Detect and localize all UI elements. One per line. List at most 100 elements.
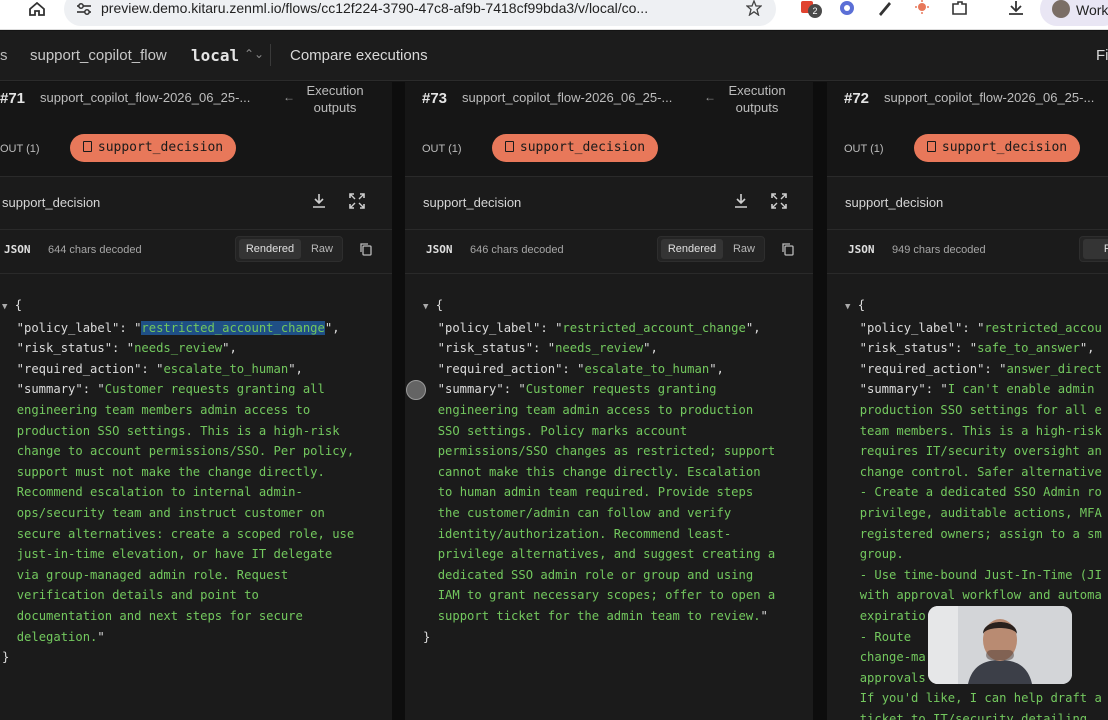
json-summary-line: production SSO settings. This is a high-… (16, 423, 340, 438)
site-settings-icon[interactable] (76, 2, 92, 16)
profile-button[interactable]: Work (1040, 0, 1108, 26)
json-summary-line: engineering team members admin access to (16, 402, 311, 417)
extension-pen-icon[interactable] (875, 0, 895, 18)
json-summary-line: via group-managed admin role. Request (16, 567, 289, 582)
json-summary-line: documentation and next steps for secure (16, 608, 303, 623)
arrow-left-icon[interactable]: ← (704, 90, 716, 104)
chars-decoded: 644 chars decoded (48, 244, 142, 256)
raw-toggle[interactable]: Raw (304, 239, 340, 259)
home-icon[interactable] (28, 2, 46, 16)
column-header: #71 support_copilot_flow-2026_06_25-... … (0, 82, 392, 132)
breadcrumb-prefix[interactable]: s (0, 47, 8, 64)
json-summary-line: secure alternatives: create a scoped rol… (16, 526, 355, 541)
extension-shield-icon[interactable] (838, 0, 858, 18)
out-count: OUT (1) (422, 143, 462, 155)
json-summary-line: privilege, auditable actions, MFA (859, 505, 1102, 520)
execution-outputs-link[interactable]: Execution outputs (722, 82, 792, 116)
divider (0, 273, 392, 274)
chevron-up-down-icon[interactable]: ⌃⌄ (244, 47, 264, 61)
view-toggle: Rendered Raw (657, 236, 765, 262)
output-chip[interactable]: support_decision (70, 134, 236, 162)
execution-name[interactable]: support_copilot_flow-2026_06_25-... (884, 90, 1094, 105)
url-text[interactable]: preview.demo.kitaru.zenml.io/flows/cc12f… (101, 0, 648, 16)
json-summary-line: privilege alternatives, and suggest crea… (437, 547, 776, 562)
chars-decoded: 646 chars decoded (470, 244, 564, 256)
output-chip[interactable]: support_decision (492, 134, 658, 162)
json-summary-line: support must not make the change directl… (16, 464, 325, 479)
output-chip[interactable]: support_decision (914, 134, 1080, 162)
avatar (1052, 0, 1070, 18)
profile-label: Work (1076, 2, 1108, 18)
extensions-puzzle-icon[interactable] (950, 0, 970, 18)
json-viewer[interactable]: ▼ { "policy_label": "restricted_account_… (423, 295, 775, 647)
json-summary-line: cannot make this change directly. Escala… (437, 464, 761, 479)
json-summary-line: production SSO settings for all e (859, 402, 1102, 417)
expand-icon[interactable] (770, 192, 788, 210)
presenter-video (928, 606, 1072, 684)
document-icon (926, 141, 936, 152)
rendered-toggle[interactable]: Rendered (239, 239, 301, 259)
json-value-policy-label: restricted_accou (984, 320, 1102, 335)
address-bar[interactable]: preview.demo.kitaru.zenml.io/flows/cc12f… (64, 0, 776, 26)
column-divider (392, 82, 405, 720)
json-value-required-action: answer_direct (1006, 361, 1102, 376)
execution-name[interactable]: support_copilot_flow-2026_06_25-... (40, 90, 250, 105)
divider (0, 229, 392, 230)
download-icon[interactable] (310, 192, 328, 210)
collapse-arrow-icon[interactable]: ▼ (2, 302, 7, 312)
bookmark-star-icon[interactable] (746, 0, 762, 16)
json-viewer[interactable]: ▼ { "policy_label": "restricted_account_… (2, 295, 354, 668)
collapse-arrow-icon[interactable]: ▼ (845, 302, 850, 312)
execution-column: #73 support_copilot_flow-2026_06_25-... … (405, 82, 813, 720)
json-summary-line: engineering team admin access to product… (437, 402, 754, 417)
divider (827, 229, 1108, 230)
json-summary-line: change-ma (859, 650, 926, 665)
json-summary-line: the customer/admin can follow and verify (437, 505, 732, 520)
raw-toggle[interactable]: Raw (726, 239, 762, 259)
execution-outputs-link[interactable]: Execution outputs (300, 82, 370, 116)
json-value-policy-label[interactable]: restricted_account_change (141, 320, 325, 335)
arrow-left-icon[interactable]: ← (283, 90, 295, 104)
rendered-toggle[interactable]: Rendered (661, 239, 723, 259)
column-header: #73 support_copilot_flow-2026_06_25-... … (405, 82, 813, 132)
json-summary-line: IAM to grant necessary scopes; offer to … (437, 588, 776, 603)
json-value-required-action: escalate_to_human (584, 361, 710, 376)
json-value-required-action: escalate_to_human (163, 361, 289, 376)
divider (827, 273, 1108, 274)
rendered-toggle[interactable]: Ren (1083, 239, 1108, 259)
breadcrumb-flow[interactable]: support_copilot_flow (30, 47, 167, 64)
json-summary-line: support ticket for the admin team to rev… (437, 608, 761, 623)
column-divider (813, 82, 827, 720)
json-summary-line: SSO settings. Policy marks account (437, 423, 688, 438)
browser-toolbar: preview.demo.kitaru.zenml.io/flows/cc12f… (0, 0, 1108, 30)
out-count: OUT (1) (844, 143, 884, 155)
panel-title: support_decision (2, 195, 101, 210)
header-right-label[interactable]: Fi (1096, 47, 1108, 64)
json-summary-line: ops/security team and instruct customer … (16, 505, 325, 520)
copy-icon[interactable] (782, 243, 794, 256)
json-summary-line: Recommend escalation to internal admin- (16, 485, 303, 500)
json-summary-line: delegation. (16, 629, 98, 644)
output-panel: support_decision JSON 644 chars decoded … (0, 176, 392, 720)
execution-name[interactable]: support_copilot_flow-2026_06_25-... (462, 90, 672, 105)
panel-title: support_decision (845, 195, 944, 210)
webcam-overlay[interactable] (928, 606, 1072, 684)
copy-icon[interactable] (360, 243, 372, 256)
environment-selector[interactable]: local (191, 46, 239, 65)
download-icon[interactable] (1006, 0, 1026, 18)
collapse-arrow-icon[interactable]: ▼ (423, 302, 428, 312)
page-title: Compare executions (290, 47, 428, 64)
json-summary-line: team members. This is a high-risk (859, 423, 1102, 438)
out-count: OUT (1) (0, 143, 40, 155)
json-summary-line: to human admin team required. Provide st… (437, 485, 754, 500)
outputs-row: OUT (1) support_decision (405, 134, 813, 164)
expand-icon[interactable] (348, 192, 366, 210)
execution-number: #71 (0, 90, 26, 107)
outputs-row: OUT (1) support_decision (827, 134, 1108, 164)
format-label: JSON (848, 243, 875, 256)
json-summary-line: identity/authorization. Recommend least- (437, 526, 732, 541)
json-summary-line: Customer requests granting (525, 382, 717, 397)
json-summary-line: approvals (859, 670, 926, 685)
download-icon[interactable] (732, 192, 750, 210)
extension-sun-icon[interactable] (912, 0, 932, 18)
